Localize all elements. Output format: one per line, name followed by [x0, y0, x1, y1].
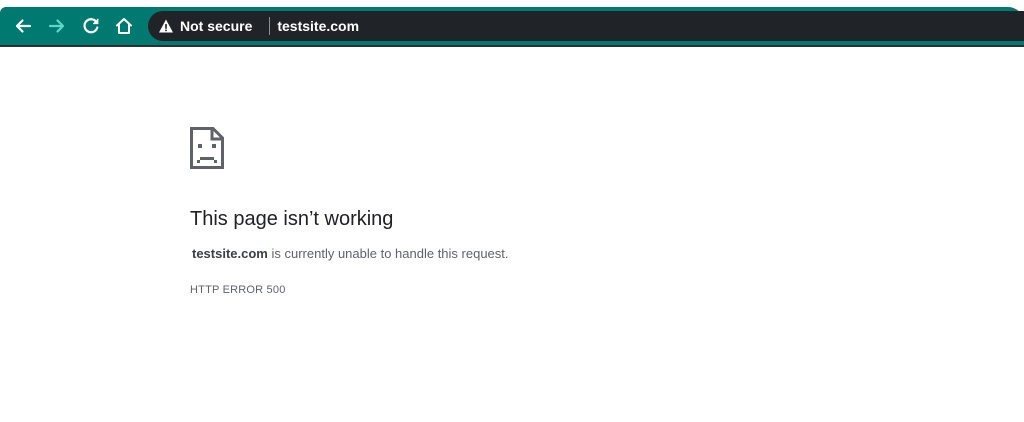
back-arrow-icon — [15, 19, 32, 33]
error-description: testsite.com is currently unable to hand… — [190, 246, 950, 261]
error-content: This page isn’t working testsite.com is … — [190, 127, 950, 296]
forward-button[interactable] — [45, 14, 69, 38]
security-indicator[interactable]: Not secure — [158, 11, 252, 41]
error-title: This page isn’t working — [190, 208, 394, 230]
security-label: Not secure — [180, 18, 253, 34]
omnibox-divider — [269, 17, 271, 35]
browser-toolbar: Not secure testsite.com — [0, 7, 1024, 47]
reload-icon — [83, 18, 99, 34]
forward-arrow-icon — [48, 19, 65, 33]
reload-button[interactable] — [79, 14, 103, 38]
home-icon — [116, 18, 132, 34]
error-code: HTTP ERROR 500 — [190, 284, 286, 296]
error-message: is currently unable to handle this reque… — [267, 246, 509, 261]
home-button[interactable] — [112, 14, 136, 38]
back-button[interactable] — [11, 14, 35, 38]
url-text[interactable]: testsite.com — [277, 18, 359, 34]
sad-page-icon — [190, 127, 224, 169]
address-bar[interactable]: Not secure testsite.com — [148, 11, 1024, 41]
error-host: testsite.com — [192, 246, 268, 261]
warning-triangle-icon — [158, 18, 174, 34]
